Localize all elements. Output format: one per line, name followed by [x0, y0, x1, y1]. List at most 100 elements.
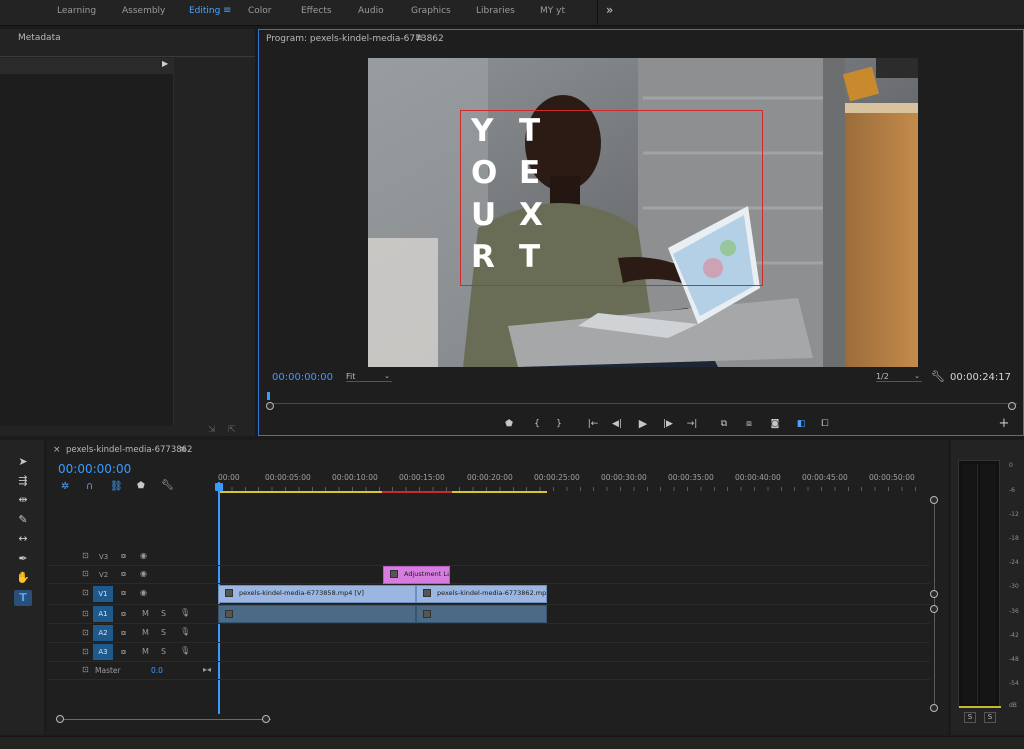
- lock-icon[interactable]: ⊡: [82, 588, 89, 597]
- workspace-audio[interactable]: Audio: [358, 6, 384, 16]
- microphone-icon[interactable]: 🎙︎: [180, 646, 190, 655]
- mute-button[interactable]: M: [142, 628, 149, 637]
- workspace-learning[interactable]: Learning: [57, 6, 96, 16]
- marker-icon[interactable]: ⬟: [502, 418, 516, 430]
- sequence-menu-icon[interactable]: ≡: [179, 445, 187, 455]
- razor-tool-icon[interactable]: ✎: [14, 512, 32, 528]
- vscroll-mid-handle[interactable]: [930, 590, 938, 598]
- expand-arrow-icon[interactable]: ▶: [162, 59, 168, 68]
- step-forward-icon[interactable]: |▶: [661, 418, 675, 430]
- adjustment-layer-clip[interactable]: Adjustment La: [383, 566, 450, 584]
- timeline-playhead-timecode[interactable]: 00:00:00:00: [58, 462, 131, 476]
- vscroll-bottom-handle[interactable]: [930, 704, 938, 712]
- import-icon[interactable]: ⇱: [228, 425, 236, 435]
- video-clip-6773862[interactable]: pexels-kindel-media-6773862.mp4 [: [416, 585, 547, 603]
- workspaces-overflow-icon[interactable]: »: [606, 3, 613, 17]
- lift-icon[interactable]: ⧉: [717, 418, 731, 430]
- timeline-wrench-icon[interactable]: 🔧︎: [161, 480, 174, 491]
- sync-lock-icon[interactable]: ⧇: [121, 628, 126, 638]
- microphone-icon[interactable]: 🎙︎: [180, 608, 190, 617]
- workspace-graphics[interactable]: Graphics: [411, 6, 451, 16]
- vscroll-mid2-handle[interactable]: [930, 605, 938, 613]
- camera-icon[interactable]: ◙: [768, 418, 782, 430]
- program-menu-icon[interactable]: ≡: [415, 33, 423, 44]
- lock-icon[interactable]: ⊡: [82, 628, 89, 637]
- slip-tool-icon[interactable]: ↔: [14, 531, 32, 547]
- linked-selection-icon[interactable]: ⛓: [110, 481, 123, 492]
- eye-icon[interactable]: ◉: [140, 588, 147, 597]
- playhead-handle[interactable]: [215, 483, 223, 491]
- export-icon[interactable]: ⇲: [208, 425, 216, 435]
- scrub-end-handle[interactable]: [1008, 402, 1016, 410]
- snap-icon[interactable]: ∩: [86, 481, 93, 492]
- wrench-icon[interactable]: 🔧︎: [931, 370, 945, 383]
- track-select-tool-icon[interactable]: ⇶: [14, 473, 32, 489]
- sync-lock-icon[interactable]: ⧇: [121, 588, 126, 598]
- scrub-start-handle[interactable]: [266, 402, 274, 410]
- comparison-view-icon[interactable]: ◧: [794, 418, 808, 430]
- audio-clip-a1-1[interactable]: [218, 605, 416, 623]
- vscroll-top-handle[interactable]: [930, 496, 938, 504]
- sync-lock-icon[interactable]: ⧇: [121, 609, 126, 619]
- go-to-in-icon[interactable]: |←: [586, 418, 600, 430]
- step-back-icon[interactable]: ◀|: [610, 418, 624, 430]
- mark-out-icon[interactable]: }: [552, 418, 566, 430]
- solo-right-button[interactable]: S: [984, 712, 996, 723]
- track-target-a2[interactable]: A2: [93, 625, 113, 641]
- track-target-a3[interactable]: A3: [93, 644, 113, 660]
- zoom-end-handle[interactable]: [262, 715, 270, 723]
- pen-tool-icon[interactable]: ✒: [14, 551, 32, 567]
- workspace-effects[interactable]: Effects: [301, 6, 332, 16]
- metadata-tab[interactable]: Metadata: [18, 33, 61, 43]
- sync-lock-icon[interactable]: ⧇: [121, 647, 126, 657]
- sequence-tab-close-icon[interactable]: ×: [53, 445, 61, 455]
- ripple-edit-tool-icon[interactable]: ⇹: [14, 492, 32, 508]
- program-playhead[interactable]: [267, 392, 270, 400]
- mute-button[interactable]: M: [142, 609, 149, 618]
- program-current-timecode[interactable]: 00:00:00:00: [272, 372, 333, 383]
- go-to-end-icon[interactable]: ▸◂: [203, 665, 211, 674]
- lock-icon[interactable]: ⊡: [82, 551, 89, 560]
- eye-icon[interactable]: ◉: [140, 551, 147, 560]
- add-button-icon[interactable]: +: [997, 417, 1011, 430]
- workspace-my-yt[interactable]: MY yt: [540, 6, 565, 16]
- play-icon[interactable]: ▶: [636, 418, 650, 430]
- lock-icon[interactable]: ⊡: [82, 665, 89, 674]
- eye-icon[interactable]: ◉: [140, 569, 147, 578]
- lock-icon[interactable]: ⊡: [82, 647, 89, 656]
- solo-button[interactable]: S: [161, 628, 166, 637]
- sync-lock-icon[interactable]: ⧇: [121, 569, 126, 579]
- zoom-dropdown[interactable]: Fit ⌄: [346, 372, 392, 382]
- mark-in-icon[interactable]: {: [530, 418, 544, 430]
- hamburger-icon[interactable]: ≡: [223, 5, 231, 16]
- video-clip-6773858[interactable]: pexels-kindel-media-6773858.mp4 [V]: [218, 585, 416, 603]
- workspace-libraries[interactable]: Libraries: [476, 6, 515, 16]
- sequence-tab[interactable]: pexels-kindel-media-6773862: [66, 445, 192, 455]
- hand-tool-icon[interactable]: ✋: [14, 570, 32, 586]
- lock-icon[interactable]: ⊡: [82, 569, 89, 578]
- zoom-scrollbar[interactable]: [61, 719, 271, 720]
- audio-clip-a1-2[interactable]: [416, 605, 547, 623]
- track-target-a1[interactable]: A1: [93, 606, 113, 622]
- type-tool-icon[interactable]: T: [14, 590, 32, 606]
- workspace-assembly[interactable]: Assembly: [122, 6, 165, 16]
- zoom-start-handle[interactable]: [56, 715, 64, 723]
- extract-icon[interactable]: ⧈: [742, 418, 756, 430]
- multi-camera-icon[interactable]: ⧠: [818, 418, 832, 430]
- workspace-color[interactable]: Color: [248, 6, 272, 16]
- solo-button[interactable]: S: [161, 647, 166, 656]
- sync-lock-icon[interactable]: ⧇: [121, 551, 126, 561]
- go-to-out-icon[interactable]: →|: [685, 418, 699, 430]
- selection-tool-icon[interactable]: ➤: [14, 454, 32, 470]
- mute-button[interactable]: M: [142, 647, 149, 656]
- lock-icon[interactable]: ⊡: [82, 609, 89, 618]
- solo-left-button[interactable]: S: [964, 712, 976, 723]
- nest-icon[interactable]: ✲: [61, 481, 69, 492]
- add-marker-icon[interactable]: ⬟: [137, 481, 145, 491]
- track-target-v1[interactable]: V1: [93, 586, 113, 602]
- resolution-dropdown[interactable]: 1/2 ⌄: [876, 372, 922, 382]
- master-volume-value[interactable]: 0.0: [151, 666, 163, 675]
- solo-button[interactable]: S: [161, 609, 166, 618]
- scrub-bar[interactable]: [267, 403, 1017, 404]
- microphone-icon[interactable]: 🎙︎: [180, 627, 190, 636]
